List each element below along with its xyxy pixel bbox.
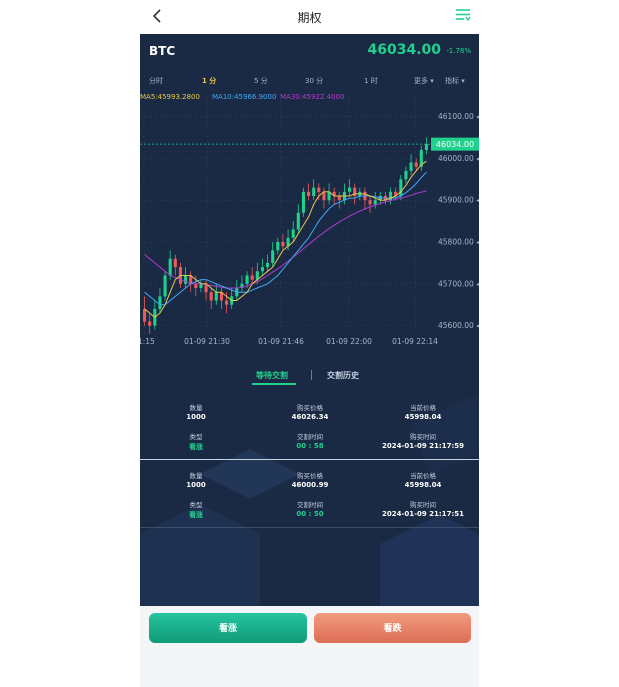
- candle-body: [424, 144, 428, 150]
- buy-time-value: 2024-01-09 21:17:51: [381, 510, 465, 518]
- current-price-label: 当前价格: [410, 404, 436, 412]
- candle-body: [276, 242, 280, 251]
- candle-body: [143, 308, 147, 322]
- candle-body: [296, 212, 300, 230]
- candle-body: [307, 191, 311, 196]
- order-divider: [140, 527, 479, 528]
- candle-body: [404, 170, 408, 180]
- ma5-line: [144, 160, 427, 318]
- settle-time-value: 00 : 50: [296, 510, 324, 518]
- candle-body: [291, 229, 295, 238]
- x-tick-label: 01-09 21:46: [258, 337, 304, 346]
- y-tick-label: 45800.00 ◂: [438, 238, 479, 247]
- candle-body: [194, 283, 198, 288]
- candle-body: [271, 250, 275, 263]
- tab-separator: [311, 370, 312, 380]
- x-tick-label: 21:15: [140, 337, 155, 346]
- tab-active-indicator: [252, 383, 296, 385]
- candle-body: [209, 292, 213, 301]
- ma30-line: [144, 190, 427, 289]
- candle-body: [163, 275, 167, 297]
- candle-body: [312, 187, 316, 196]
- buy-up-button[interactable]: 看涨: [149, 613, 307, 643]
- type-value: 看涨: [189, 511, 203, 519]
- y-tick-label: 45700.00 ◂: [438, 279, 479, 288]
- buy-price-value: 46026.34: [291, 413, 329, 421]
- candle-body: [225, 300, 229, 305]
- qty-value: 1000: [186, 481, 206, 489]
- settle-time-label: 交割时间: [297, 433, 323, 441]
- buy-time-label: 购买时间: [410, 501, 436, 509]
- current-price-label: 当前价格: [410, 472, 436, 480]
- settle-time-label: 交割时间: [297, 501, 323, 509]
- filter-menu-icon[interactable]: [455, 7, 471, 23]
- qty-value: 1000: [186, 413, 206, 421]
- buy-time-value: 2024-01-09 21:17:59: [381, 442, 465, 450]
- candle-body: [158, 296, 162, 309]
- candle-body: [348, 187, 352, 192]
- buy-price-label: 购买价格: [297, 472, 323, 480]
- x-tick-label: 01-09 22:14: [392, 337, 438, 346]
- buy-price-label: 购买价格: [297, 404, 323, 412]
- candle-body: [266, 262, 270, 268]
- ma10-line: [144, 171, 427, 306]
- candle-body: [148, 321, 152, 326]
- candle-body: [250, 275, 254, 280]
- candle-body: [337, 196, 341, 201]
- y-tick-label: 46000.00 ◂: [438, 154, 479, 163]
- type-value: 看涨: [189, 443, 203, 451]
- candle-body: [260, 267, 264, 272]
- candle-body: [414, 162, 418, 167]
- page-title: 期权: [297, 11, 322, 25]
- type-label: 类型: [189, 433, 203, 441]
- candle-body: [409, 162, 413, 171]
- x-tick-label: 01-09 22:00: [326, 337, 372, 346]
- tab-pending-delivery[interactable]: 等待交割: [256, 370, 288, 381]
- candle-body: [173, 258, 177, 268]
- y-tick-label: 45900.00 ◂: [438, 196, 479, 205]
- buy-price-value: 46000.99: [291, 481, 329, 489]
- candle-body: [214, 292, 218, 301]
- y-tick-label: 46100.00 ◂: [438, 112, 479, 121]
- x-tick-label: 01-09 21:30: [184, 337, 230, 346]
- qty-label: 数量: [189, 404, 203, 412]
- buy-down-button[interactable]: 看跌: [314, 613, 471, 643]
- last-price-label: 46034.00: [436, 140, 474, 149]
- market-panel: BTC 46034.00 -1.78% 分时 1 分5 分 30 分1 时更多 ▾ 指…: [140, 34, 479, 606]
- y-tick-label: 45600.00 ◂: [438, 321, 479, 330]
- candlestick-chart[interactable]: 46100.00 ◂ 46000.00 ◂ 45900.00 ◂ 45800.00 ◂…: [140, 34, 479, 359]
- type-label: 类型: [189, 501, 203, 509]
- app-frame: 期权 BTC 46034.00 -1.78% 分时 1 分5 分 30 分1 时更多…: [140, 0, 479, 687]
- qty-label: 数量: [189, 472, 203, 480]
- candle-body: [373, 200, 377, 205]
- candle-body: [281, 242, 285, 247]
- candle-body: [301, 191, 305, 213]
- candle-body: [317, 187, 321, 192]
- candle-body: [368, 200, 372, 205]
- candle-body: [245, 275, 249, 284]
- top-bar: 期权: [140, 0, 479, 34]
- candle-body: [168, 258, 172, 276]
- candle-body: [399, 179, 403, 196]
- buy-time-label: 购买时间: [410, 433, 436, 441]
- current-price-value: 45998.04: [404, 481, 442, 489]
- current-price-value: 45998.04: [404, 413, 442, 421]
- order-divider: [140, 459, 479, 460]
- tab-delivery-history[interactable]: 交割历史: [327, 370, 359, 381]
- settle-time-value: 00 : 58: [296, 442, 324, 450]
